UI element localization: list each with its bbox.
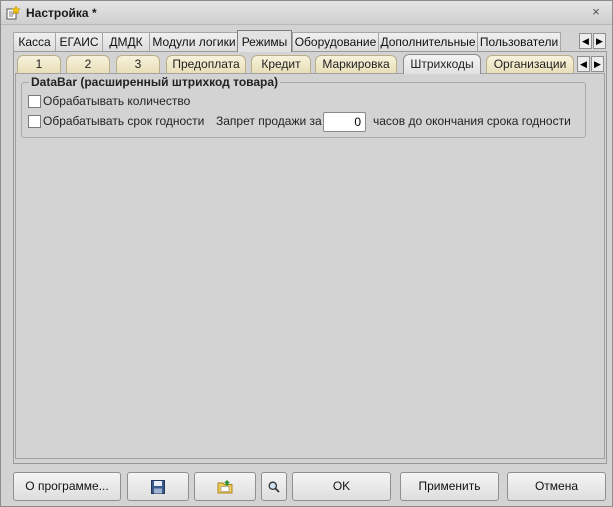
tab-kassa[interactable]: Касса bbox=[13, 32, 56, 51]
tab-organizations[interactable]: Организации bbox=[486, 55, 574, 73]
process-expiry-label: Обрабатывать срок годности bbox=[43, 114, 205, 128]
tabs-scroll-left-icon[interactable]: ◀ bbox=[579, 33, 592, 49]
sale-ban-label: Запрет продажи за bbox=[216, 114, 322, 128]
tab-barcodes[interactable]: Штрихкоды bbox=[403, 54, 481, 74]
ok-button[interactable]: OK bbox=[292, 472, 391, 501]
open-folder-button[interactable] bbox=[194, 472, 256, 501]
tab-logic-modules[interactable]: Модули логики bbox=[149, 32, 239, 51]
sale-ban-hours-input[interactable] bbox=[323, 112, 366, 132]
close-icon[interactable]: × bbox=[588, 4, 604, 20]
databar-group bbox=[21, 82, 586, 138]
tabs-scroll-right-icon[interactable]: ▶ bbox=[593, 33, 606, 49]
about-button[interactable]: О программе... bbox=[13, 472, 121, 501]
process-quantity-checkbox[interactable] bbox=[28, 95, 41, 108]
tab-mode-2[interactable]: 2 bbox=[66, 55, 110, 73]
apply-button[interactable]: Применить bbox=[400, 472, 499, 501]
search-button[interactable] bbox=[261, 472, 287, 501]
settings-app-icon bbox=[6, 5, 21, 20]
tab-dmdk[interactable]: ДМДК bbox=[102, 32, 150, 51]
save-button[interactable] bbox=[127, 472, 189, 501]
sale-ban-suffix-label: часов до окончания срока годности bbox=[373, 114, 571, 128]
tab-users[interactable]: Пользователи bbox=[477, 32, 561, 51]
inner-tabs-scroll-right-icon[interactable]: ▶ bbox=[591, 56, 604, 72]
floppy-disk-icon bbox=[151, 479, 165, 494]
title-bar: Настройка * × bbox=[1, 1, 612, 25]
folder-icon bbox=[217, 479, 233, 494]
cancel-button[interactable]: Отмена bbox=[507, 472, 606, 501]
tab-modes[interactable]: Режимы bbox=[237, 30, 292, 52]
inner-tabs-scroll-left-icon[interactable]: ◀ bbox=[577, 56, 590, 72]
tab-prepayment[interactable]: Предоплата bbox=[166, 55, 246, 73]
settings-window: Настройка * × Касса ЕГАИС ДМДК Модули ло… bbox=[0, 0, 613, 507]
tab-egais[interactable]: ЕГАИС bbox=[55, 32, 103, 51]
databar-group-title: DataBar (расширенный штрихкод товара) bbox=[29, 75, 281, 89]
process-quantity-label: Обрабатывать количество bbox=[43, 94, 191, 108]
tab-marking[interactable]: Маркировка bbox=[315, 55, 397, 73]
main-tab-strip: Касса ЕГАИС ДМДК Модули логики Режимы Об… bbox=[13, 30, 608, 52]
tab-mode-1[interactable]: 1 bbox=[17, 55, 61, 73]
tab-credit[interactable]: Кредит bbox=[251, 55, 311, 73]
tab-additional[interactable]: Дополнительные bbox=[378, 32, 478, 51]
modes-tab-strip: 1 2 3 Предоплата Кредит Маркировка Штрих… bbox=[17, 54, 607, 74]
magnifier-icon bbox=[268, 479, 280, 493]
tab-equipment[interactable]: Оборудование bbox=[292, 32, 379, 51]
tab-mode-3[interactable]: 3 bbox=[116, 55, 160, 73]
window-title: Настройка * bbox=[26, 6, 97, 20]
process-expiry-checkbox[interactable] bbox=[28, 115, 41, 128]
